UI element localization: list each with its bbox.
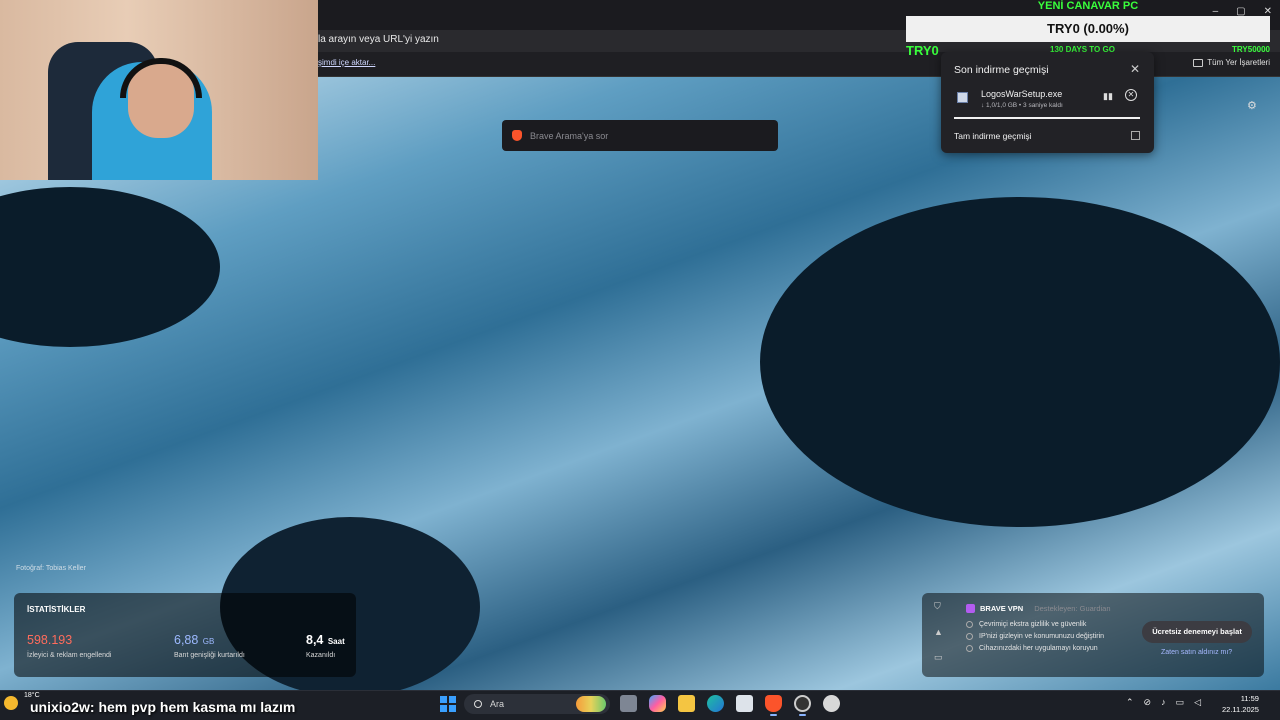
network-icon[interactable]: ⊘ [1144, 697, 1152, 708]
donation-goal-overlay: YENİ CANAVAR PC TRY0 (0.00%) TRY0 130 DA… [906, 0, 1270, 58]
stat-time-saved: 8,4 Saat Kazanıldı [306, 631, 345, 659]
address-placeholder[interactable]: la arayın veya URL'yi yazın [318, 34, 439, 45]
chat-message: unixio2w: hem pvp hem kasma mı lazım [30, 699, 296, 715]
clock-time: 11:59 [1240, 694, 1259, 703]
stat-unit: GB [202, 637, 215, 646]
gear-icon[interactable]: ⚙ [1247, 99, 1257, 112]
download-file-name[interactable]: LogosWarSetup.exe [981, 89, 1062, 99]
chevron-up-icon[interactable]: ⌃ [1126, 697, 1134, 708]
task-view-icon[interactable] [620, 695, 637, 712]
store-icon[interactable] [736, 695, 753, 712]
already-purchased-link[interactable]: Zaten satın aldınız mı? [1161, 649, 1232, 656]
check-icon [966, 645, 973, 652]
active-indicator [770, 714, 777, 716]
taskbar-search-placeholder: Ara [490, 699, 505, 709]
download-progress [954, 117, 1140, 119]
feature-text: Çevrimiçi ekstra gizlilik ve güvenlik [979, 621, 1087, 628]
vpn-name: BRAVE VPN [980, 604, 1024, 613]
all-bookmarks-label: Tüm Yer İşaretleri [1207, 58, 1270, 67]
active-indicator [799, 714, 806, 716]
download-popup-title: Son indirme geçmişi [954, 64, 1049, 76]
clock-date: 22.11.2025 [1222, 705, 1259, 714]
windows-logo-icon [449, 705, 456, 712]
vpn-promo-card: ⛉ ▲ ▭ BRAVE VPN Destekleyen: Guardian Çe… [922, 593, 1264, 677]
vpn-side-icons: ⛉ ▲ ▭ [934, 601, 943, 663]
external-link-icon[interactable] [1131, 131, 1140, 140]
brave-search-box[interactable]: Brave Arama'ya sor [502, 120, 778, 151]
vpn-logo-icon [966, 604, 975, 613]
list-item: Çevrimiçi ekstra gizlilik ve güvenlik [966, 621, 1104, 628]
microphone-icon[interactable]: ♪ [1161, 697, 1166, 708]
vpn-sponsor: Destekleyen: Guardian [1034, 604, 1111, 613]
list-item: IP'nizi gizleyin ve konumunuzu değiştiri… [966, 633, 1104, 640]
start-button[interactable] [440, 696, 456, 712]
weather-temp: 18°C [24, 692, 40, 699]
stat-label: Kazanıldı [306, 652, 336, 659]
cancel-icon[interactable]: ✕ [1125, 89, 1137, 101]
brave-browser-icon[interactable] [765, 695, 782, 712]
search-placeholder: Brave Arama'ya sor [530, 130, 609, 141]
search-icon [474, 700, 482, 708]
vpn-feature-list: Çevrimiçi ekstra gizlilik ve güvenlik IP… [966, 621, 1104, 657]
download-progress-fill [954, 117, 1140, 119]
shield-icon[interactable]: ⛉ [934, 601, 943, 612]
goal-progress-bar: TRY0 (0.00%) [906, 16, 1270, 42]
goal-current: TRY0 [906, 43, 939, 58]
windows-logo-icon [440, 705, 447, 712]
volume-icon[interactable]: ◁ [1194, 697, 1201, 708]
display-icon[interactable]: ▭ [1176, 697, 1185, 708]
stats-panel: İSTATİSTİKLER 598.193 İzleyici & reklam … [14, 593, 356, 677]
sun-icon [4, 696, 18, 710]
taskbar-search[interactable]: Ara [464, 694, 610, 714]
clock[interactable]: 11:59 22.11.2025 [1222, 693, 1259, 715]
download-popup: Son indirme geçmişi ✕ LogosWarSetup.exe … [941, 52, 1154, 153]
card-icon[interactable]: ▭ [934, 652, 943, 663]
stat-unit: Saat [327, 637, 345, 646]
app-icon[interactable] [823, 695, 840, 712]
vpn-brand: BRAVE VPN Destekleyen: Guardian [966, 604, 1111, 613]
download-file-status: ↓ 1,0/1,0 GB • 3 saniye kaldı [981, 102, 1063, 109]
search-highlight-icon [576, 696, 606, 712]
goal-title: YENİ CANAVAR PC [1037, 0, 1139, 12]
feature-text: Cihazınızdaki her uygulamayı koruyun [979, 645, 1098, 652]
close-icon[interactable]: ✕ [1130, 62, 1140, 76]
windows-logo-icon [449, 696, 456, 703]
system-tray: ⌃ ⊘ ♪ ▭ ◁ [1126, 697, 1201, 708]
full-download-history-link[interactable]: Tam indirme geçmişi [954, 131, 1031, 141]
obs-icon[interactable] [794, 695, 811, 712]
check-icon [966, 621, 973, 628]
stat-label: Bant genişliği kurtarıldı [174, 652, 245, 659]
copilot-icon[interactable] [649, 695, 666, 712]
stats-heading: İSTATİSTİKLER [27, 605, 86, 614]
pause-icon[interactable]: ▮▮ [1103, 91, 1113, 102]
list-item: Cihazınızdaki her uygulamayı koruyun [966, 645, 1104, 652]
photo-credit: Fotoğraf: Tobias Keller [16, 565, 86, 572]
webcam-feed [0, 0, 318, 180]
brave-logo-icon [512, 130, 522, 141]
stat-value: 598.193 [27, 633, 73, 647]
windows-logo-icon [440, 696, 447, 703]
warning-icon[interactable]: ▲ [934, 627, 943, 637]
edge-icon[interactable] [707, 695, 724, 712]
folder-icon [1193, 58, 1204, 67]
stat-label: İzleyici & reklam engellendi [27, 652, 112, 659]
check-icon [966, 633, 973, 640]
import-bookmarks-link[interactable]: şimdi içe aktar... [318, 58, 375, 67]
stat-bandwidth: 6,88 GB Bant genişliği kurtarıldı [174, 631, 245, 659]
goal-target: TRY50000 [1232, 45, 1270, 54]
feature-text: IP'nizi gizleyin ve konumunuzu değiştiri… [979, 633, 1105, 640]
stat-trackers: 598.193 İzleyici & reklam engellendi [27, 631, 111, 659]
start-trial-button[interactable]: Ücretsiz denemeyi başlat [1142, 621, 1252, 643]
file-explorer-icon[interactable] [678, 695, 695, 712]
all-bookmarks-button[interactable]: Tüm Yer İşaretleri [1193, 58, 1270, 67]
file-icon [957, 92, 968, 103]
stat-value: 8,4 [306, 633, 324, 647]
stat-value: 6,88 [174, 633, 199, 647]
taskbar-apps [620, 695, 840, 716]
